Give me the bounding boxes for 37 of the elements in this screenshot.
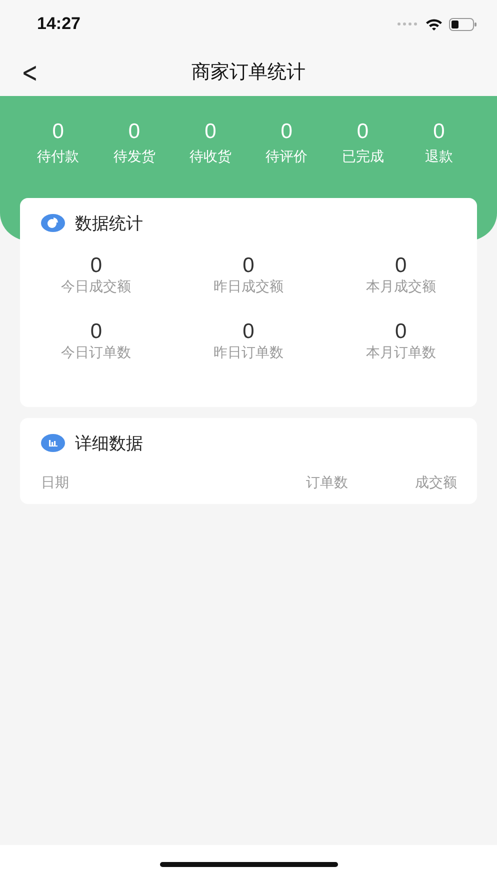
column-header: 订单数 — [306, 474, 348, 492]
stat-label: 本月成交额 — [366, 278, 436, 296]
order-count: 0 — [128, 120, 140, 144]
stat-value: 0 — [394, 319, 407, 344]
wifi-icon — [425, 18, 443, 30]
stat-label: 昨日成交额 — [213, 278, 284, 296]
card-title: 详细数据 — [75, 432, 143, 454]
page-title: 商家订单统计 — [192, 60, 306, 85]
signal-icon — [397, 22, 419, 26]
stat-value: 0 — [242, 319, 254, 344]
order-count: 0 — [280, 120, 292, 144]
pie-chart-icon — [41, 214, 65, 232]
stat-label: 今日成交额 — [61, 278, 132, 296]
card-title: 数据统计 — [75, 212, 143, 234]
stat-value: 0 — [90, 319, 102, 344]
order-count: 0 — [356, 120, 369, 144]
order-status-tab[interactable]: 待付款 — [37, 148, 80, 166]
battery-icon — [449, 18, 477, 30]
stat-value: 0 — [242, 253, 254, 278]
order-status-tab[interactable]: 待评价 — [266, 148, 308, 166]
order-status-tab[interactable]: 退款 — [424, 148, 453, 166]
order-count: 0 — [52, 120, 64, 144]
bar-chart-icon — [41, 434, 65, 452]
back-button[interactable]: < — [18, 56, 41, 89]
column-header: 成交额 — [415, 474, 457, 492]
stat-label: 今日订单数 — [61, 344, 132, 362]
order-count: 0 — [204, 120, 216, 144]
status-time: 14:27 — [37, 14, 80, 34]
stat-value: 0 — [90, 253, 102, 278]
order-count: 0 — [433, 120, 445, 144]
order-status-tab[interactable]: 已完成 — [342, 148, 384, 166]
order-status-tab[interactable]: 待收货 — [189, 148, 232, 166]
stat-label: 昨日订单数 — [213, 344, 284, 362]
column-header: 日期 — [41, 474, 69, 492]
order-status-tab[interactable]: 待发货 — [113, 148, 156, 166]
stat-label: 本月订单数 — [366, 344, 436, 362]
stat-value: 0 — [394, 253, 407, 278]
